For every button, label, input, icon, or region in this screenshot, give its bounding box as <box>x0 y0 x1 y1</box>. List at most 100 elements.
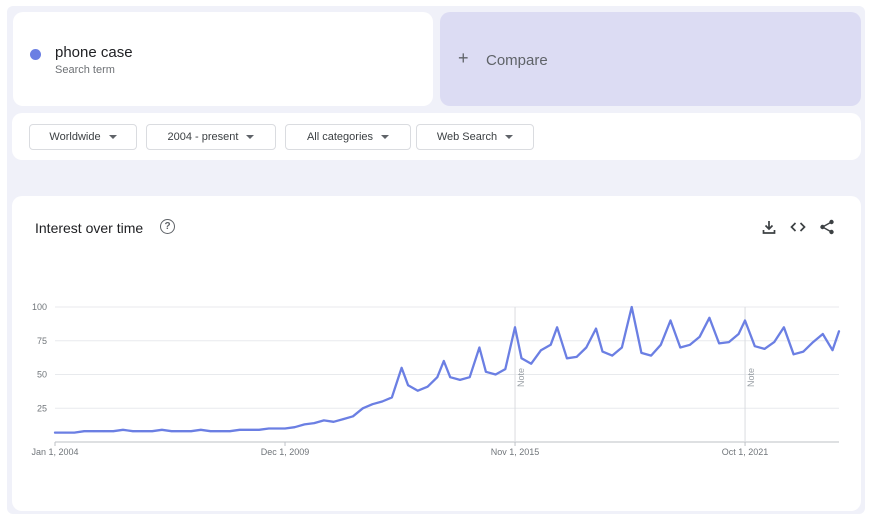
note-marker-label: Note <box>516 368 526 387</box>
data-point <box>468 376 471 379</box>
filter-bar: Worldwide 2004 - present All categories … <box>12 113 861 160</box>
y-tick-label: 25 <box>37 403 47 413</box>
series-line-phone-case <box>53 305 841 434</box>
data-point <box>426 385 429 388</box>
data-point <box>248 428 251 431</box>
data-point <box>783 326 785 329</box>
data-point <box>131 430 134 433</box>
data-point <box>621 346 623 349</box>
data-point <box>773 341 776 343</box>
data-point <box>361 407 364 410</box>
data-point <box>630 306 633 308</box>
data-point <box>73 431 76 434</box>
data-point <box>459 379 461 381</box>
data-point <box>407 384 410 387</box>
time-range-filter-label: 2004 - present <box>167 131 239 143</box>
data-point <box>802 350 805 353</box>
data-point <box>449 376 452 379</box>
data-point <box>371 403 374 406</box>
data-point <box>400 366 403 369</box>
data-point <box>585 346 588 349</box>
data-point <box>659 343 662 346</box>
data-point <box>718 342 721 345</box>
region-filter-label: Worldwide <box>49 131 101 143</box>
data-point <box>565 357 568 360</box>
chevron-down-icon <box>505 135 514 139</box>
data-point <box>753 345 756 348</box>
interest-over-time-card: Interest over time ? Note Note 25 50 75 100 J… <box>12 196 861 511</box>
search-type-filter-label: Web Search <box>436 131 498 143</box>
category-filter[interactable]: All categories <box>285 124 411 150</box>
search-type-filter[interactable]: Web Search <box>416 124 534 150</box>
data-point <box>689 343 691 346</box>
data-point <box>313 422 316 424</box>
data-point <box>838 330 840 333</box>
data-point <box>161 428 163 431</box>
time-range-filter[interactable]: 2004 - present <box>146 124 276 150</box>
data-point <box>530 362 533 365</box>
data-point <box>556 326 559 329</box>
chevron-down-icon <box>108 135 117 139</box>
data-point <box>540 349 542 352</box>
line-chart: Note Note 25 50 75 100 Jan 1, 2004 Dec 1, 2009… <box>31 302 841 457</box>
data-point <box>258 428 260 431</box>
chevron-down-icon <box>246 135 255 139</box>
data-point <box>293 426 296 429</box>
data-point <box>744 319 746 322</box>
data-point <box>611 354 614 357</box>
data-point <box>303 423 306 426</box>
x-tick-label: Jan 1, 2004 <box>31 447 78 457</box>
data-point <box>821 333 824 335</box>
data-point <box>442 360 445 362</box>
data-point <box>708 316 711 319</box>
data-point <box>209 430 212 433</box>
compare-button[interactable]: + Compare <box>440 12 861 106</box>
data-point <box>238 428 241 431</box>
data-point <box>322 419 325 422</box>
data-point <box>352 415 354 418</box>
data-point <box>141 430 144 433</box>
data-point <box>112 430 115 433</box>
data-point <box>504 368 507 370</box>
data-point <box>284 427 286 430</box>
x-tick-label: Dec 1, 2009 <box>261 447 310 457</box>
data-point <box>170 430 173 433</box>
data-point <box>180 430 183 433</box>
data-point <box>831 349 834 352</box>
data-point <box>190 430 192 433</box>
data-point <box>595 327 597 330</box>
data-point <box>640 352 643 354</box>
y-tick-label: 50 <box>37 370 47 380</box>
data-point <box>727 341 730 343</box>
data-point <box>484 370 487 373</box>
category-filter-label: All categories <box>306 131 374 143</box>
data-point <box>54 431 56 434</box>
chevron-down-icon <box>381 135 390 139</box>
x-tick-label: Nov 1, 2015 <box>491 447 540 457</box>
data-point <box>219 430 222 433</box>
data-point <box>267 427 270 430</box>
data-point <box>122 428 124 431</box>
search-term-card[interactable]: phone case Search term <box>13 12 433 106</box>
data-point <box>391 396 393 399</box>
data-point <box>698 335 701 338</box>
search-term-subtitle: Search term <box>55 64 115 76</box>
data-point <box>332 420 335 423</box>
data-point <box>151 430 154 433</box>
y-tick-label: 75 <box>37 336 47 346</box>
data-point <box>792 353 795 356</box>
data-point <box>416 389 419 392</box>
data-point <box>549 343 552 346</box>
region-filter[interactable]: Worldwide <box>29 124 137 150</box>
data-point <box>436 376 439 379</box>
search-term-name[interactable]: phone case <box>55 44 133 61</box>
data-point <box>679 346 682 349</box>
data-point <box>381 400 384 403</box>
compare-label: Compare <box>486 52 548 69</box>
data-point <box>575 356 578 358</box>
data-point <box>520 357 523 360</box>
data-point <box>229 430 231 433</box>
data-point <box>514 326 516 329</box>
plus-icon: + <box>458 48 469 68</box>
data-point <box>812 341 814 343</box>
